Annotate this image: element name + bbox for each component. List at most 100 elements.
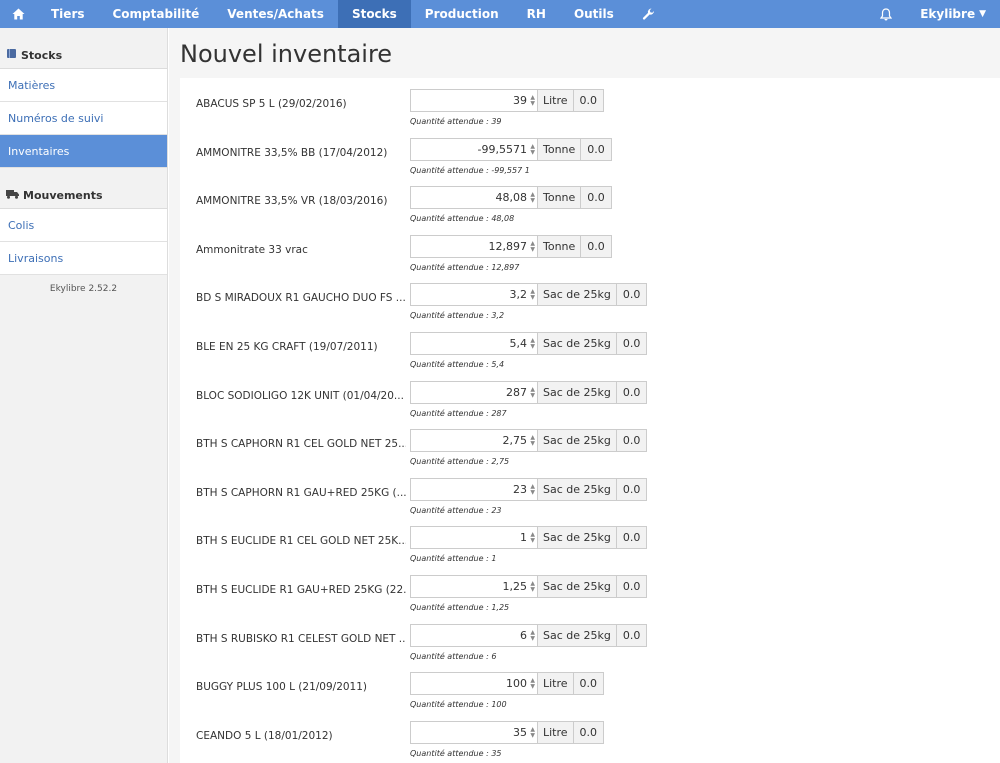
nav-production[interactable]: Production: [411, 0, 513, 28]
quantity-input[interactable]: 1,25 ▲ ▼: [410, 575, 538, 598]
quantity-input[interactable]: 287 ▲ ▼: [410, 380, 538, 404]
spinner-arrows-icon[interactable]: ▲ ▼: [530, 726, 535, 739]
quantity-value: 5,4: [509, 337, 528, 350]
unit-label: Tonne: [538, 235, 582, 257]
spinner-arrows-icon[interactable]: ▲ ▼: [530, 240, 535, 253]
unit-addon: Litre 0.0: [537, 672, 605, 696]
quantity-value: 48,08: [495, 191, 528, 205]
spinner-arrows-icon[interactable]: ▲ ▼: [530, 581, 535, 593]
nav-comptabilite[interactable]: Comptabilité: [99, 0, 214, 28]
spinner-arrows-icon[interactable]: ▲ ▼: [530, 629, 535, 642]
nav-user-menu[interactable]: Ekylibre ▼: [906, 0, 1000, 28]
title-bar: Nouvel inventaire: [169, 28, 1000, 78]
quantity-input[interactable]: 1 ▲ ▼: [410, 526, 538, 550]
quantity-input[interactable]: 39 ▲ ▼: [410, 89, 538, 112]
quantity-value: 287: [506, 385, 527, 399]
difference-value: 0.0: [579, 677, 598, 691]
unit-addon: Sac de 25kg 0.0: [537, 380, 648, 404]
quantity-input[interactable]: 2,75 ▲ ▼: [410, 429, 538, 453]
quantity-input[interactable]: 100 ▲ ▼: [410, 672, 538, 696]
unit-addon: Sac de 25kg 0.0: [537, 332, 648, 355]
spinner-arrows-icon[interactable]: ▲ ▼: [530, 386, 535, 399]
app-version: Ekylibre 2.52.2: [49, 284, 118, 294]
nav-ventes-achats[interactable]: Ventes/Achats: [213, 0, 338, 28]
unit-label: Sac de 25kg: [538, 333, 617, 354]
user-name: Ekylibre: [920, 7, 976, 21]
nav-outils[interactable]: Outils: [560, 0, 628, 28]
sidebar-item-numeros-de-suivi[interactable]: Numéros de suivi: [0, 102, 167, 135]
unit-addon: Sac de 25kg 0.0: [537, 429, 648, 453]
quantity-value: 3,2: [509, 288, 528, 302]
unit-addon: Sac de 25kg 0.0: [537, 477, 648, 501]
nav-stocks[interactable]: Stocks: [337, 0, 411, 28]
quantity-input[interactable]: 5,4 ▲ ▼: [410, 332, 538, 355]
difference-value: 0.0: [587, 142, 605, 156]
unit-label: Sac de 25kg: [538, 381, 617, 403]
spinner-arrows-icon[interactable]: ▲ ▼: [530, 678, 535, 690]
difference-value: 0.0: [622, 531, 641, 545]
inventory-row: AMMONITRE 33,5% BB (17/04/2012) -99,5571 ▲…: [180, 137, 1000, 187]
spinner-arrows-icon[interactable]: ▲ ▼: [530, 192, 535, 204]
quantity-input[interactable]: 6 ▲ ▼: [410, 623, 538, 647]
product-name: BLE EN 25 KG CRAFT (19/07/2011): [196, 341, 378, 353]
sidebar-item-inventaires[interactable]: Inventaires: [0, 135, 167, 168]
quantity-value: 2,75: [502, 434, 528, 448]
expected-quantity: Quantité attendue : 48,08: [410, 214, 515, 224]
quantity-input[interactable]: 48,08 ▲ ▼: [410, 186, 538, 210]
main-content: Nouvel inventaire ABACUS SP 5 L (29/02/2…: [169, 28, 1000, 763]
spinner-arrows-icon[interactable]: ▲ ▼: [530, 435, 535, 447]
spinner-arrows-icon[interactable]: ▲ ▼: [530, 483, 535, 496]
product-name: AMMONITRE 33,5% VR (18/03/2016): [196, 195, 388, 208]
quantity-value: 100: [506, 677, 527, 691]
expected-quantity: Quantité attendue : 5,4: [410, 360, 505, 369]
quantity-input[interactable]: -99,5571 ▲ ▼: [410, 137, 538, 161]
inventory-row: BD S MIRADOUX R1 GAUCHO DUO FS ... 3,2 ▲ ▼ S…: [180, 283, 1000, 332]
expected-quantity: Quantité attendue : 1: [410, 554, 497, 564]
product-name: BLOC SODIOLIGO 12K UNIT (01/04/20...: [196, 389, 404, 402]
spinner-arrows-icon[interactable]: ▲ ▼: [530, 532, 535, 544]
unit-addon: Tonne 0.0: [537, 234, 612, 258]
expected-quantity: Quantité attendue : 2,75: [410, 457, 510, 467]
sidebar-section-mouvements: Mouvements: [0, 182, 167, 209]
nav-right: Ekylibre ▼: [866, 0, 1000, 28]
sidebar-item-livraisons[interactable]: Livraisons: [0, 242, 167, 275]
unit-label: Sac de 25kg: [538, 576, 617, 597]
unit-label: Sac de 25kg: [538, 624, 617, 646]
unit-addon: Sac de 25kg 0.0: [537, 283, 648, 307]
product-name: BTH S RUBISKO R1 CELEST GOLD NET ...: [196, 632, 406, 645]
expected-quantity: Quantité attendue : 6: [410, 651, 497, 661]
bell-icon: [880, 7, 893, 20]
nav-rh[interactable]: RH: [513, 0, 560, 28]
unit-addon: Sac de 25kg 0.0: [537, 526, 648, 550]
nav-notifications[interactable]: [866, 0, 906, 28]
inventory-row: ABACUS SP 5 L (29/02/2016) 39 ▲ ▼ Litre 0.0 Qu…: [180, 89, 1000, 138]
truck-icon: [6, 189, 19, 202]
caret-down-icon: ▼: [979, 9, 986, 19]
nav-tiers[interactable]: Tiers: [37, 0, 99, 28]
spinner-arrows-icon[interactable]: ▲ ▼: [530, 95, 535, 107]
quantity-input[interactable]: 23 ▲ ▼: [410, 477, 538, 501]
quantity-input[interactable]: 3,2 ▲ ▼: [410, 283, 538, 307]
product-name: BTH S EUCLIDE R1 GAU+RED 25KG (22...: [196, 584, 406, 596]
inventory-row: BTH S EUCLIDE R1 GAU+RED 25KG (22... 1,25…: [180, 575, 1000, 624]
spinner-arrows-icon[interactable]: ▲ ▼: [530, 289, 535, 301]
quantity-input[interactable]: 12,897 ▲ ▼: [410, 234, 538, 258]
expected-quantity: Quantité attendue : 287: [410, 408, 507, 418]
product-name: BTH S CAPHORN R1 GAU+RED 25KG (...: [196, 486, 406, 499]
nav-settings[interactable]: [628, 0, 669, 28]
sidebar-item-matieres[interactable]: Matières: [0, 69, 167, 102]
quantity-input[interactable]: 35 ▲ ▼: [410, 720, 538, 744]
product-name: BTH S EUCLIDE R1 CEL GOLD NET 25K...: [196, 535, 406, 548]
sidebar-item-colis[interactable]: Colis: [0, 209, 167, 242]
inventory-row: Ammonitrate 33 vrac 12,897 ▲ ▼ Tonne 0.0 Quant…: [180, 234, 1000, 284]
unit-addon: Sac de 25kg 0.0: [537, 575, 648, 598]
quantity-value: 35: [513, 725, 527, 739]
product-name: ABACUS SP 5 L (29/02/2016): [196, 98, 347, 110]
product-name: AMMONITRE 33,5% BB (17/04/2012): [196, 146, 388, 159]
spinner-arrows-icon[interactable]: ▲ ▼: [530, 143, 535, 156]
inventory-form: ABACUS SP 5 L (29/02/2016) 39 ▲ ▼ Litre 0.0 Qu…: [180, 78, 1000, 763]
spinner-arrows-icon[interactable]: ▲ ▼: [530, 338, 535, 350]
product-name: BTH S CAPHORN R1 CEL GOLD NET 25...: [196, 438, 406, 451]
home-icon: [12, 8, 25, 20]
nav-home[interactable]: [0, 0, 37, 28]
